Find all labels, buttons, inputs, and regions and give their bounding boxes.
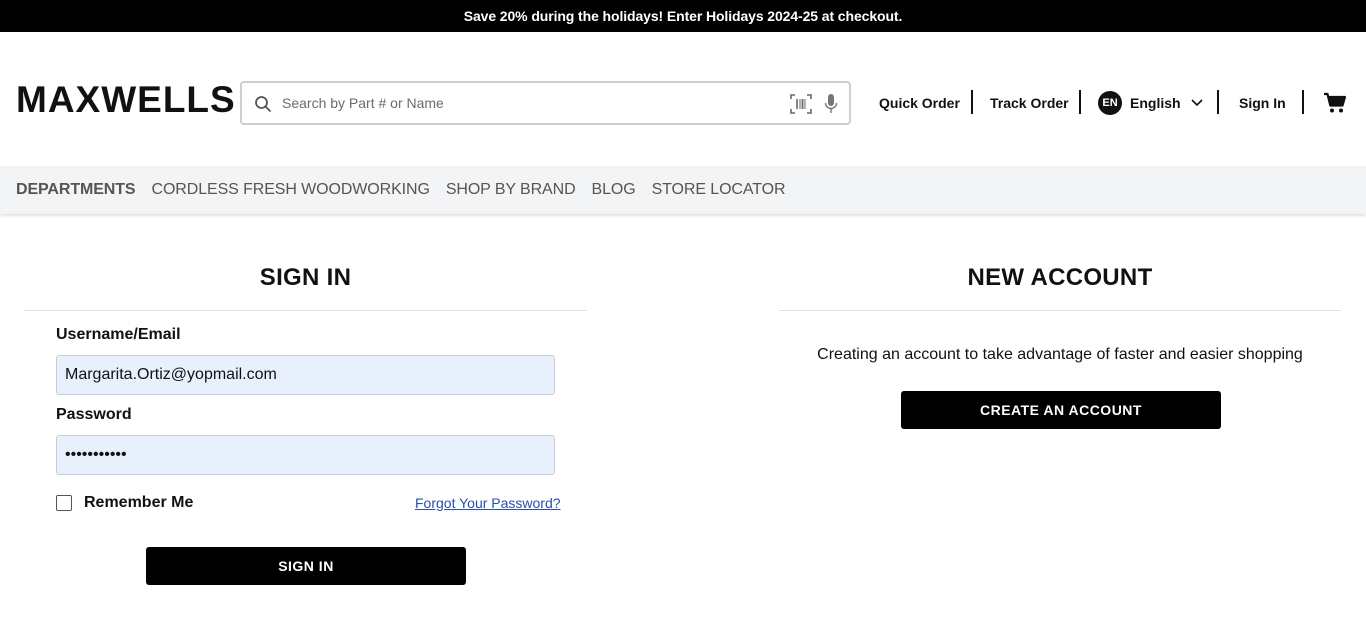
cart-icon[interactable] xyxy=(1323,92,1347,114)
promo-banner: Save 20% during the holidays! Enter Holi… xyxy=(0,0,1366,32)
sign-in-button[interactable]: SIGN IN xyxy=(146,547,466,585)
chevron-down-icon xyxy=(1190,99,1203,107)
nav-item-shop-by-brand[interactable]: SHOP BY BRAND xyxy=(446,181,576,199)
forgot-password-link[interactable]: Forgot Your Password? xyxy=(415,495,561,511)
password-field[interactable] xyxy=(56,435,555,475)
header-divider xyxy=(1217,90,1219,114)
language-code-badge: EN xyxy=(1098,91,1122,115)
username-label: Username/Email xyxy=(56,326,181,343)
search-input[interactable] xyxy=(282,89,772,117)
sign-in-section: SIGN IN xyxy=(24,264,587,311)
header-sign-in-link[interactable]: Sign In xyxy=(1239,91,1286,115)
track-order-link[interactable]: Track Order xyxy=(990,91,1069,115)
search-icon[interactable] xyxy=(254,95,272,113)
language-label: English xyxy=(1130,95,1181,111)
new-account-section: NEW ACCOUNT xyxy=(779,264,1341,311)
remember-me-control[interactable]: Remember Me xyxy=(56,494,193,512)
nav-item-departments[interactable]: DEPARTMENTS xyxy=(16,181,136,199)
remember-me-label: Remember Me xyxy=(84,494,194,511)
promo-text: Save 20% during the holidays! Enter Holi… xyxy=(463,8,903,24)
header-divider xyxy=(1079,90,1081,114)
quick-order-link[interactable]: Quick Order xyxy=(879,91,960,115)
language-selector[interactable]: EN English xyxy=(1098,91,1203,115)
remember-me-checkbox[interactable] xyxy=(56,495,72,511)
nav-item-store-locator[interactable]: STORE LOCATOR xyxy=(652,181,786,199)
site-header: MAXWELLS Quick Order Track Order EN Engl… xyxy=(0,32,1366,166)
sign-in-title: SIGN IN xyxy=(24,264,587,311)
new-account-description: Creating an account to take advantage of… xyxy=(817,346,1303,363)
header-divider xyxy=(971,90,973,114)
username-field[interactable] xyxy=(56,355,555,395)
nav-item-blog[interactable]: BLOG xyxy=(592,181,636,199)
search-bar xyxy=(240,81,851,125)
nav-item-cordless-fresh-woodworking[interactable]: CORDLESS FRESH WOODWORKING xyxy=(152,181,430,199)
new-account-title: NEW ACCOUNT xyxy=(779,264,1341,311)
site-logo[interactable]: MAXWELLS xyxy=(16,81,236,118)
create-account-button[interactable]: CREATE AN ACCOUNT xyxy=(901,391,1221,429)
microphone-icon[interactable] xyxy=(823,93,839,115)
header-divider xyxy=(1302,90,1304,114)
password-label: Password xyxy=(56,406,132,423)
barcode-scan-icon[interactable] xyxy=(790,93,812,115)
main-nav: DEPARTMENTS CORDLESS FRESH WOODWORKING S… xyxy=(0,166,1366,214)
